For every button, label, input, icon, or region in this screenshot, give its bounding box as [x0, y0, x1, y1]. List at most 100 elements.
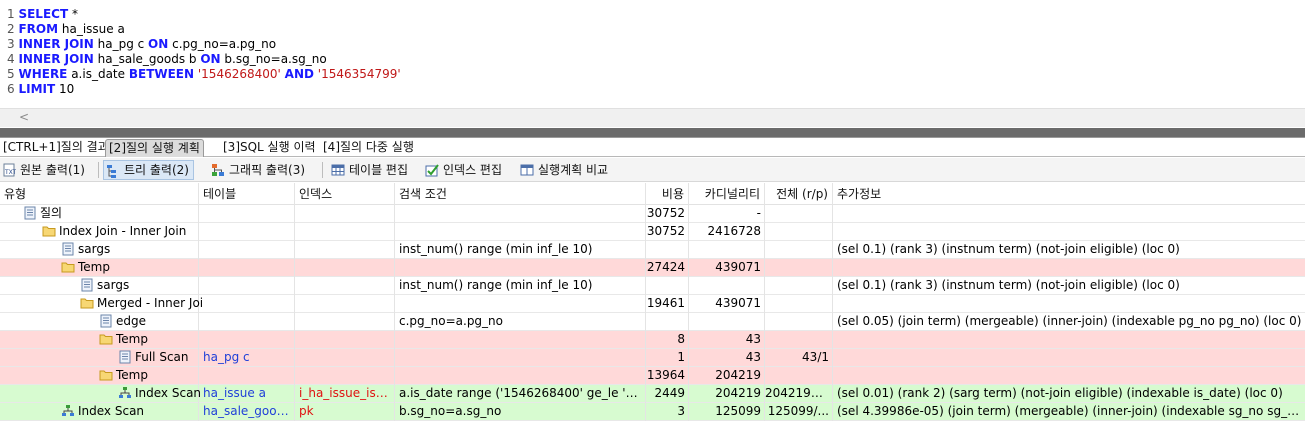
tab-sql-history[interactable]: [3]SQL 실행 이력 — [220, 139, 319, 157]
index-edit-button[interactable]: 인덱스 편집 — [423, 160, 506, 180]
cell-extra-info — [833, 331, 1305, 349]
cell-total — [765, 313, 833, 331]
table-row[interactable]: Temp 8 43 — [0, 331, 1305, 349]
sql-keyword: AND — [284, 67, 314, 81]
table-row[interactable]: edge c.pg_no=a.pg_no (sel 0.05) (join term… — [0, 313, 1305, 331]
column-header-cost[interactable]: 비용 — [646, 183, 689, 205]
table-row[interactable]: 질의 30752- — [0, 205, 1305, 223]
sql-line[interactable]: 5 WHERE a.is_date BETWEEN '1546268400' A… — [7, 67, 401, 82]
toolbar-separator — [98, 162, 99, 178]
cell-cost: 30752 — [646, 205, 689, 223]
cell-table — [199, 241, 295, 259]
sql-line[interactable]: 3 INNER JOIN ha_pg c ON c.pg_no=a.pg_no — [7, 37, 276, 52]
tab-execution-plan[interactable]: [2]질의 실행 계획 — [105, 139, 204, 157]
tree-node[interactable]: Temp — [99, 367, 148, 384]
folder-icon — [80, 298, 94, 309]
cell-type[interactable]: edge — [0, 313, 199, 331]
tree-node[interactable]: edge — [99, 313, 146, 330]
cell-index — [295, 241, 395, 259]
cell-cardinality: 2416728 — [689, 223, 765, 241]
tab-multi-query[interactable]: [4]질의 다중 실행 — [320, 139, 417, 157]
tree-node[interactable]: Merged - Inner Joi — [80, 295, 203, 312]
cell-type[interactable]: 질의 — [0, 205, 199, 223]
scroll-left-arrow-icon[interactable]: < — [19, 110, 29, 124]
editor-horizontal-scrollbar[interactable]: < — [0, 108, 1305, 127]
table-row[interactable]: Index Scanha_issue ai_ha_issue_is_da...a… — [0, 385, 1305, 403]
tree-node[interactable]: Index Join - Inner Join — [42, 223, 186, 240]
cell-condition — [395, 367, 646, 385]
folder-icon — [61, 262, 75, 273]
sql-editor[interactable]: 1 SELECT * 2 FROM ha_issue a3 INNER JOIN … — [0, 0, 1305, 108]
cell-condition: b.sg_no=a.sg_no — [395, 403, 646, 421]
graphic-output-button[interactable]: 그래픽 출력(3) — [209, 160, 309, 180]
column-header-index[interactable]: 인덱스 — [295, 183, 395, 205]
cell-total — [765, 331, 833, 349]
cell-cardinality: 125099 — [689, 403, 765, 421]
cell-index — [295, 295, 395, 313]
sql-line[interactable]: 2 FROM ha_issue a — [7, 22, 125, 37]
toolbar-separator — [322, 162, 323, 178]
column-header-condition[interactable]: 검색 조건 — [395, 183, 646, 205]
sql-text: ha_pg c — [93, 37, 149, 51]
cell-type[interactable]: Index Join - Inner Join — [0, 223, 199, 241]
table-row[interactable]: Index Join - Inner Join 30752 2416728 — [0, 223, 1305, 241]
document-icon — [62, 242, 74, 256]
cell-cardinality — [689, 241, 765, 259]
table-row[interactable]: Temp 27424 439071 — [0, 259, 1305, 277]
table-row[interactable]: Index Scan ha_sale_goods b pk b.sg_no=a.sg_… — [0, 403, 1305, 421]
column-header-type[interactable]: 유형 — [0, 183, 199, 205]
table-edit-button[interactable]: 테이블 편집 — [329, 160, 412, 180]
tree-node[interactable]: 질의 — [23, 205, 62, 222]
sql-text: b.sg_no=a.sg_no — [220, 52, 327, 66]
cell-cost: 8 — [646, 331, 689, 349]
index-check-icon — [425, 164, 439, 177]
cell-total — [765, 295, 833, 313]
plan-compare-button[interactable]: 실행계획 비교 — [518, 160, 612, 180]
cell-table — [199, 367, 295, 385]
tree-node[interactable]: sargs — [61, 241, 110, 258]
tree-node[interactable]: Index Scan — [118, 385, 201, 402]
column-header-table[interactable]: 테이블 — [199, 183, 295, 205]
sql-keyword: LIMIT — [18, 82, 56, 96]
tree-node[interactable]: Temp — [99, 331, 148, 348]
cell-extra-info — [833, 349, 1305, 367]
table-row[interactable]: sargs inst_num() range (min inf_le 10) (se… — [0, 277, 1305, 295]
cell-cardinality: 439071 — [689, 295, 765, 313]
column-header-cardinality[interactable]: 카디널리티 — [689, 183, 765, 205]
cell-type[interactable]: Merged - Inner Joi — [0, 295, 203, 313]
cell-type[interactable]: Index Scan — [0, 403, 199, 421]
sql-line[interactable]: 1 SELECT * — [7, 7, 78, 22]
table-row[interactable]: Temp 13964 204219 — [0, 367, 1305, 385]
sql-keyword: INNER JOIN — [18, 37, 94, 51]
tree-node[interactable]: Temp — [61, 259, 110, 276]
tree-node-label: Index Scan — [78, 404, 145, 418]
tab-query-result[interactable]: [CTRL+1]질의 결과 — [0, 139, 112, 157]
cell-table: ha_issue a — [199, 385, 295, 403]
tree-output-button[interactable]: 트리 출력(2) — [103, 160, 194, 180]
cell-type[interactable]: sargs — [0, 241, 199, 259]
pane-splitter[interactable] — [0, 128, 1305, 138]
raw-output-button[interactable]: TXT 원본 출력(1) — [0, 160, 89, 180]
tree-node[interactable]: Index Scan — [61, 403, 144, 420]
tree-node-label: sargs — [97, 278, 130, 292]
tree-node[interactable]: sargs — [80, 277, 129, 294]
tree-node[interactable]: Full Scan — [118, 349, 189, 366]
cell-extra-info: (sel 0.1) (rank 3) (instnum term) (not-j… — [837, 278, 1180, 292]
cell-type[interactable]: Temp — [0, 259, 199, 277]
cell-type[interactable]: Full Scan — [0, 349, 199, 367]
sql-line[interactable]: 4 INNER JOIN ha_sale_goods b ON b.sg_no=… — [7, 52, 327, 67]
tree-node-label: sargs — [78, 242, 111, 256]
cell-type[interactable]: Temp — [0, 331, 199, 349]
cell-type[interactable]: Index Scan — [0, 385, 201, 403]
sql-line[interactable]: 6 LIMIT 10 — [7, 82, 74, 97]
column-header-total[interactable]: 전체 (r/p) — [765, 183, 833, 205]
cell-type[interactable]: Temp — [0, 367, 199, 385]
cell-type[interactable]: sargs — [0, 277, 199, 295]
tree-node-label: 질의 — [40, 206, 63, 220]
cell-condition: a.is_date range ('1546268400' ge_le '154… — [395, 385, 646, 403]
table-row[interactable]: Merged - Inner Joi 19461 439071 — [0, 295, 1305, 313]
table-row[interactable]: Full Scan ha_pg c 1 43 43/1 — [0, 349, 1305, 367]
document-icon — [100, 314, 112, 328]
table-row[interactable]: sargs inst_num() range (min inf_le 10) (se… — [0, 241, 1305, 259]
column-header-extra-info[interactable]: 추가정보 — [833, 183, 1305, 205]
